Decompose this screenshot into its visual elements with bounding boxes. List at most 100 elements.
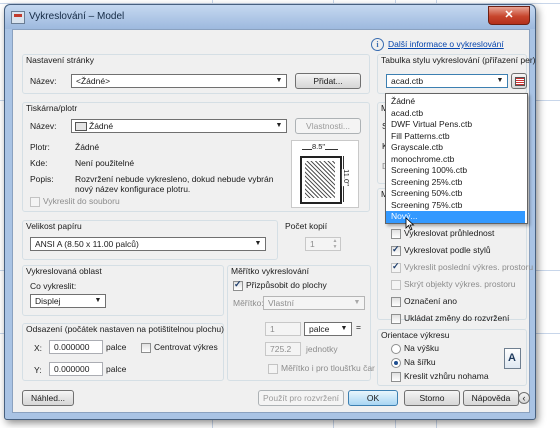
portrait-radio[interactable] — [391, 344, 401, 354]
add-page-setup-button[interactable]: Přidat... — [295, 73, 361, 89]
page-setup-heading: Nastavení stránky — [26, 55, 95, 65]
plotter-name-label: Název: — [30, 121, 57, 131]
plotter-properties-button[interactable]: Vlastnosti... — [295, 118, 361, 134]
portrait-label: Na výšku — [404, 343, 439, 353]
landscape-radio[interactable] — [391, 358, 401, 368]
printer-icon — [75, 122, 87, 131]
plot-style-option[interactable]: Screening 100%.ctb — [386, 165, 525, 177]
fit-to-paper-checkbox[interactable] — [233, 279, 243, 291]
preview-button[interactable]: Náhled... — [22, 390, 74, 406]
plot-style-option[interactable]: Grayscale.ctb — [386, 142, 525, 154]
ok-button[interactable]: OK — [348, 390, 398, 406]
preview-height: 11.0" — [341, 169, 351, 186]
plot-scale-heading: Měřítko vykreslování — [231, 266, 309, 276]
cancel-button[interactable]: Storno — [404, 390, 460, 406]
upside-down-label: Kreslit vzhůru nohama — [404, 371, 489, 381]
close-button[interactable]: ✕ — [488, 6, 530, 25]
scale-select[interactable]: Vlastní ▼ — [263, 296, 365, 310]
chevron-down-icon: ▼ — [340, 325, 348, 332]
y-offset-unit: palce — [106, 364, 127, 374]
apply-to-layout-button[interactable]: Použít pro rozvržení — [258, 390, 344, 406]
info-link[interactable]: Další informace o vykreslování — [388, 39, 504, 49]
plotter-value: Žádné — [75, 142, 100, 152]
plot-style-option[interactable]: DWF Virtual Pens.ctb — [386, 119, 525, 131]
chevron-down-icon: ▼ — [275, 77, 283, 84]
edit-plot-style-button[interactable] — [511, 73, 527, 89]
paper-outline — [300, 156, 342, 204]
plot-style-dropdown-list: Žádné acad.ctb DWF Virtual Pens.ctb Fill Pa… — [385, 93, 528, 224]
plot-style-option[interactable]: acad.ctb — [386, 108, 525, 120]
plot-style-select[interactable]: acad.ctb ▼ — [386, 74, 508, 88]
orientation-heading: Orientace výkresu — [381, 330, 450, 340]
help-button[interactable]: Nápověda — [463, 390, 519, 406]
plot-style-option[interactable]: Screening 25%.ctb — [386, 177, 525, 189]
center-plot-label: Centrovat výkres — [154, 342, 218, 352]
edit-table-icon — [515, 77, 525, 86]
hide-objects-checkbox[interactable] — [391, 280, 401, 290]
collapse-button[interactable]: ‹ — [518, 392, 530, 404]
what-to-plot-select[interactable]: Displej ▼ — [30, 294, 106, 308]
upside-down-checkbox[interactable] — [391, 372, 401, 382]
plot-with-styles-label: Vykreslovat podle stylů — [404, 245, 491, 255]
plot-style-option[interactable]: Fill Patterns.ctb — [386, 131, 525, 143]
x-offset-unit: palce — [106, 342, 127, 352]
x-offset-label: X: — [34, 343, 43, 353]
plot-to-file-label: Vykreslit do souboru — [43, 196, 120, 206]
paper-size-heading: Velikost papíru — [26, 221, 82, 231]
info-icon: i — [371, 38, 384, 51]
plot-style-option[interactable]: Screening 50%.ctb — [386, 188, 525, 200]
paperspace-last-checkbox[interactable] — [391, 261, 401, 273]
preview-width: 8.5" — [312, 142, 326, 151]
window-title: Vykreslování – Model — [29, 11, 125, 22]
orientation-preview-icon: A — [504, 348, 521, 369]
plot-to-file-checkbox[interactable] — [30, 197, 40, 207]
plot-transparency-checkbox[interactable] — [391, 229, 401, 239]
plotter-heading: Tiskárna/plotr — [26, 103, 78, 113]
plot-style-option[interactable]: Žádné — [386, 96, 525, 108]
scale-units-label: jednotky — [306, 344, 338, 354]
page-setup-name-select[interactable]: <Žádné> ▼ — [71, 74, 287, 88]
plot-style-option[interactable]: Screening 75%.ctb — [386, 200, 525, 212]
app-icon — [11, 11, 25, 24]
scale-label: Měřítko: — [233, 298, 264, 308]
plot-transparency-label: Vykreslovat průhlednost — [404, 228, 495, 238]
save-changes-checkbox[interactable] — [391, 314, 401, 324]
where-value: Není použitelné — [75, 158, 135, 168]
paperspace-last-label: Vykreslit poslední výkres. prostoru — [404, 262, 534, 272]
title-bar[interactable]: Vykreslování – Model ✕ — [5, 5, 535, 29]
scale-lineweights-checkbox[interactable] — [268, 364, 278, 374]
chevron-down-icon: ▼ — [353, 299, 361, 306]
what-to-plot-label: Co vykreslit: — [30, 281, 77, 291]
plot-area-heading: Vykreslovaná oblast — [26, 266, 102, 276]
chevron-down-icon: ▼ — [254, 240, 262, 247]
landscape-label: Na šířku — [404, 357, 436, 367]
plot-with-styles-checkbox[interactable] — [391, 244, 401, 256]
plot-style-option[interactable]: monochrome.ctb — [386, 154, 525, 166]
center-plot-checkbox[interactable] — [141, 343, 151, 353]
scale-lineweights-label: Měřítko i pro tloušťku čar — [281, 363, 375, 373]
plot-dialog: Vykreslování – Model ✕ i Další informace… — [4, 4, 536, 420]
y-offset-label: Y: — [34, 365, 42, 375]
save-changes-label: Ukládat změny do rozvržení — [404, 313, 510, 323]
page-setup-name-label: Název: — [30, 76, 57, 86]
chevron-down-icon: ▼ — [496, 77, 504, 84]
plotter-name-select[interactable]: Žádné ▼ — [71, 119, 287, 133]
x-offset-input[interactable]: 0.000000 — [49, 340, 103, 354]
copies-spinner-icon[interactable]: ▲ ▼ — [330, 238, 340, 250]
chevron-down-icon: ▼ — [275, 122, 283, 129]
y-offset-input[interactable]: 0.000000 — [49, 362, 103, 376]
fit-to-paper-label: Přizpůsobit do plochy — [246, 280, 327, 290]
copies-label: Počet kopií — [285, 221, 328, 231]
where-label: Kde: — [30, 158, 48, 168]
scale-value-input[interactable]: 1 — [265, 322, 301, 336]
scale-units-input[interactable]: 725.2 — [265, 342, 301, 356]
paper-size-select[interactable]: ANSI A (8.50 x 11.00 palců) ▼ — [30, 237, 266, 251]
plot-stamp-label: Označení ano — [404, 296, 457, 306]
plot-stamp-checkbox[interactable] — [391, 297, 401, 307]
equals-sign: = — [356, 322, 361, 332]
description-label: Popis: — [30, 174, 54, 184]
printable-area — [305, 161, 335, 198]
hide-objects-label: Skrýt objekty výkres. prostoru — [404, 279, 516, 289]
scale-unit-select[interactable]: palce ▼ — [304, 322, 352, 336]
chevron-down-icon: ▼ — [94, 297, 102, 304]
